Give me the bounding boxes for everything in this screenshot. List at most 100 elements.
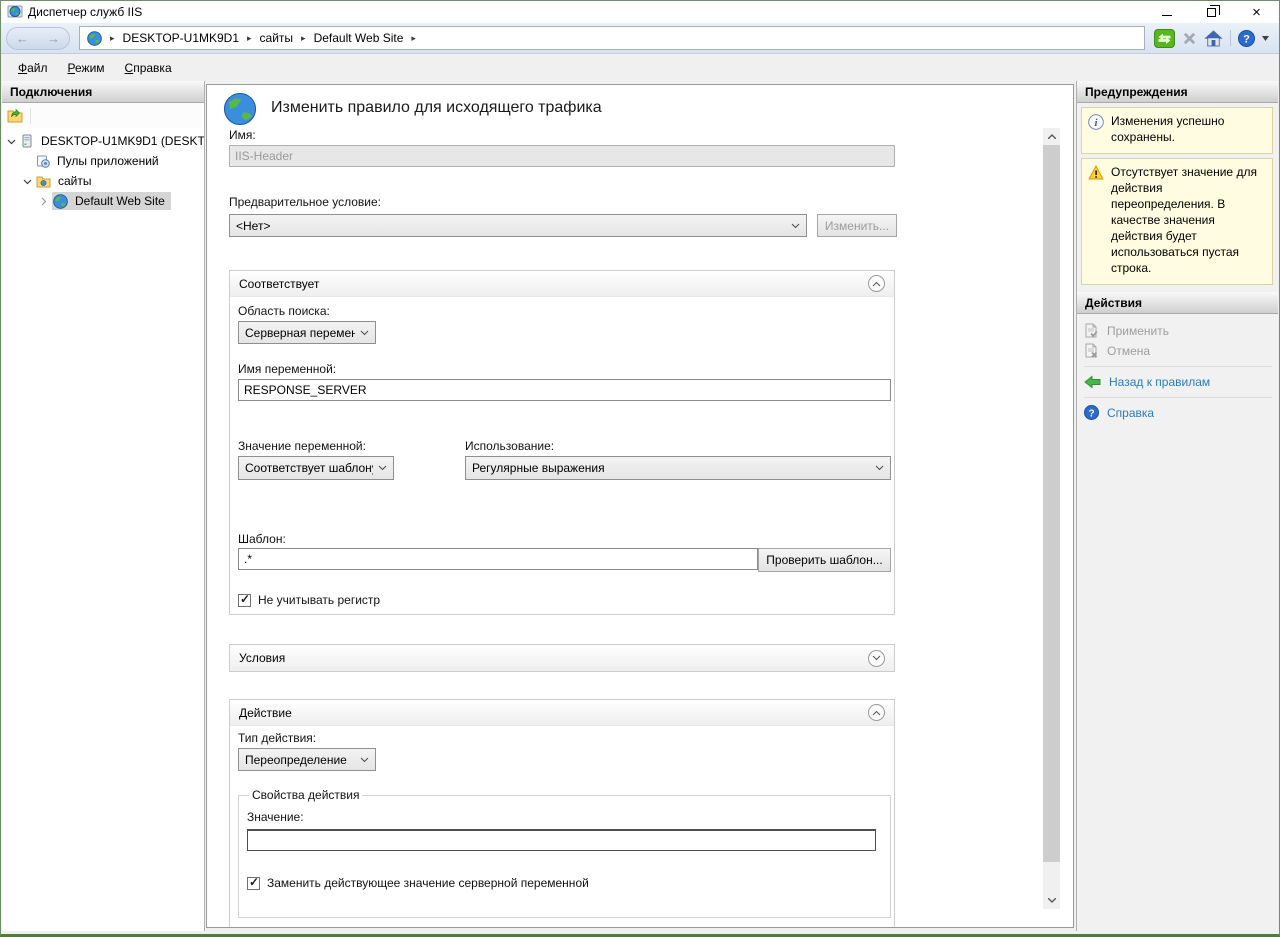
refresh-button[interactable] — [1154, 29, 1175, 48]
tree-item-sites[interactable]: сайты — [2, 171, 204, 191]
scope-label: Область поиска: — [238, 304, 330, 318]
home-button[interactable] — [1204, 30, 1223, 47]
minimize-icon — [1162, 15, 1172, 16]
help-icon: ? — [1084, 405, 1099, 420]
chevron-right-icon[interactable] — [40, 197, 48, 206]
breadcrumb-item-sites[interactable]: сайты — [260, 31, 294, 45]
breadcrumb-separator-icon: ▸ — [110, 33, 115, 44]
warning-icon — [1088, 165, 1104, 180]
using-select[interactable]: Регулярные выражения — [465, 456, 891, 480]
help-button[interactable]: ? — [1238, 30, 1255, 47]
close-icon: × — [1252, 5, 1261, 20]
match-section-title: Соответствует — [239, 277, 319, 291]
precondition-select[interactable]: <Нет> — [229, 214, 807, 237]
chevron-down-icon — [870, 465, 884, 471]
ignore-case-checkbox[interactable] — [238, 594, 251, 607]
variable-value-select[interactable]: Соответствует шаблону — [238, 456, 394, 480]
site-globe-icon — [87, 31, 102, 46]
action-section-title: Действие — [239, 706, 292, 720]
test-pattern-button[interactable]: Проверить шаблон... — [758, 548, 891, 572]
tree-item-label: сайты — [55, 173, 95, 189]
breadcrumb[interactable]: ▸ DESKTOP-U1MK9D1 ▸ сайты ▸ Default Web … — [79, 26, 1145, 50]
ignore-case-label: Не учитывать регистр — [258, 593, 380, 607]
help-action[interactable]: ? Справка — [1084, 403, 1272, 423]
ignore-case-row: Не учитывать регистр — [238, 593, 380, 607]
alert-text: Изменения успешно сохранены. — [1111, 114, 1267, 146]
info-icon: i — [1088, 114, 1104, 130]
action-type-label: Тип действия: — [238, 731, 316, 745]
page-title: Изменить правило для исходящего трафика — [271, 99, 602, 117]
tree-item-label: Default Web Site — [72, 193, 168, 209]
scrollbar-track[interactable] — [1043, 145, 1060, 892]
action-properties-title: Свойства действия — [249, 788, 362, 802]
breadcrumb-item-default-web-site[interactable]: Default Web Site — [314, 31, 404, 45]
name-input — [229, 145, 895, 167]
title-bar: Диспетчер служб IIS × — [1, 1, 1279, 23]
actions-panel: Предупреждения i Изменения успешно сохра… — [1076, 81, 1278, 931]
breadcrumb-item-server[interactable]: DESKTOP-U1MK9D1 — [123, 31, 239, 45]
restore-button[interactable] — [1189, 1, 1234, 23]
forward-nav-button[interactable]: → — [47, 31, 60, 46]
action-value-input[interactable] — [247, 829, 876, 851]
chevron-down-icon — [355, 330, 369, 336]
back-to-rules-action[interactable]: Назад к правилам — [1084, 372, 1272, 392]
apply-icon — [1084, 323, 1099, 338]
save-connections-icon[interactable] — [7, 108, 24, 123]
expand-section-button[interactable] — [868, 650, 885, 667]
action-section: Действие Тип действия: Переопределение С… — [229, 699, 895, 928]
actions-header: Действия — [1077, 292, 1278, 314]
close-button[interactable]: × — [1234, 1, 1279, 23]
chevron-down-icon[interactable] — [23, 177, 32, 186]
chevron-down-icon — [786, 223, 800, 229]
tree-item-server[interactable]: DESKTOP-U1MK9D1 (DESKTOP — [2, 131, 204, 151]
variable-value-label: Значение переменной: — [238, 439, 366, 453]
action-type-select[interactable]: Переопределение — [238, 748, 376, 771]
variable-name-input[interactable] — [238, 379, 891, 401]
cancel-icon — [1084, 343, 1099, 358]
breadcrumb-separator-icon: ▸ — [247, 33, 252, 44]
conditions-section: Условия — [229, 644, 895, 672]
breadcrumb-separator-icon: ▸ — [411, 33, 416, 44]
pattern-input[interactable] — [238, 548, 758, 570]
site-globe-icon — [53, 194, 68, 209]
back-nav-button[interactable]: ← — [16, 31, 29, 46]
actions-divider — [1084, 397, 1272, 398]
sites-folder-icon — [36, 175, 51, 188]
app-pools-icon — [36, 154, 50, 168]
conditions-section-title: Условия — [239, 651, 285, 665]
alert-warning: Отсутствует значение для действия переоп… — [1081, 158, 1273, 285]
alert-text: Отсутствует значение для действия переоп… — [1111, 165, 1267, 277]
tree-item-default-web-site[interactable]: Default Web Site — [2, 191, 204, 211]
menu-file[interactable]: Файл — [8, 57, 58, 79]
collapse-section-button[interactable] — [868, 704, 885, 721]
collapse-section-button[interactable] — [868, 275, 885, 292]
scope-select[interactable]: Серверная переменн — [238, 321, 376, 344]
connections-panel: Подключения DESKTOP-U1MK9D1 (DESKTOP Пул… — [2, 81, 205, 931]
alert-success: i Изменения успешно сохранены. — [1081, 107, 1273, 154]
tree-item-label: DESKTOP-U1MK9D1 (DESKTOP — [38, 133, 205, 149]
help-dropdown-caret-icon[interactable] — [1262, 36, 1269, 41]
edit-outbound-rule-page: Изменить правило для исходящего трафика … — [206, 84, 1074, 928]
menu-help[interactable]: Справка — [115, 57, 182, 79]
connections-header: Подключения — [2, 81, 204, 103]
toolbar-divider — [30, 108, 31, 124]
menu-bar: Файл Режим Справка — [1, 54, 1279, 81]
menu-view[interactable]: Режим — [58, 57, 115, 79]
actions-list: Применить Отмена Назад к правилам — [1077, 314, 1278, 423]
stop-button — [1182, 31, 1197, 46]
page-globe-icon — [223, 92, 257, 126]
actions-divider — [1084, 366, 1272, 367]
alerts-header: Предупреждения — [1077, 81, 1278, 103]
scroll-up-button[interactable] — [1043, 128, 1060, 145]
replace-value-label: Заменить действующее значение серверной … — [267, 876, 589, 890]
minimize-button[interactable] — [1144, 1, 1189, 23]
replace-value-checkbox[interactable] — [247, 877, 260, 890]
toolbar-divider — [1230, 30, 1231, 46]
variable-name-label: Имя переменной: — [238, 362, 336, 376]
tree-item-app-pools[interactable]: Пулы приложений — [2, 151, 204, 171]
tree-item-label: Пулы приложений — [54, 153, 162, 169]
vertical-scrollbar[interactable] — [1043, 128, 1060, 909]
chevron-down-icon[interactable] — [7, 137, 16, 146]
scroll-down-button[interactable] — [1043, 892, 1060, 909]
scrollbar-thumb[interactable] — [1043, 145, 1060, 862]
